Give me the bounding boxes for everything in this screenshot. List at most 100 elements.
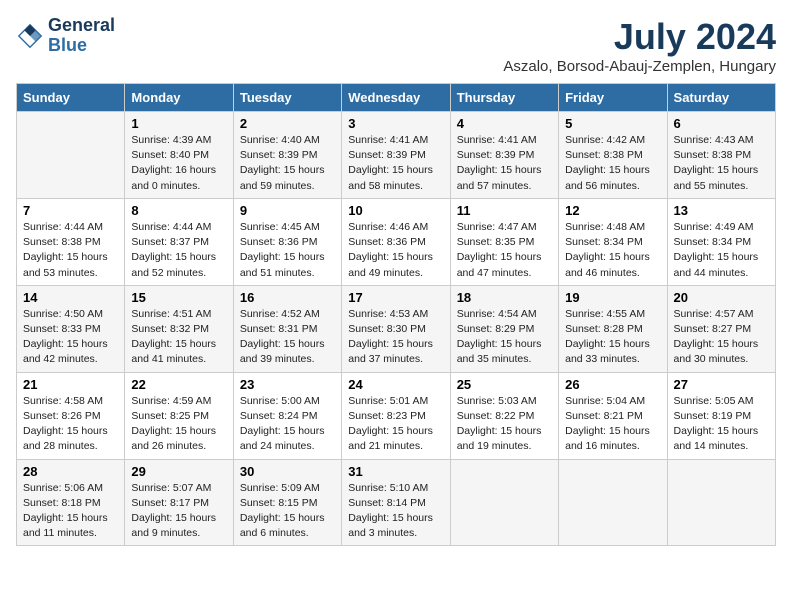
day-number: 16 [240,290,335,305]
day-number: 3 [348,116,443,131]
calendar-cell: 25Sunrise: 5:03 AM Sunset: 8:22 PM Dayli… [450,372,558,459]
calendar-cell: 2Sunrise: 4:40 AM Sunset: 8:39 PM Daylig… [233,112,341,199]
day-number: 10 [348,203,443,218]
header-cell-monday: Monday [125,84,233,112]
day-number: 23 [240,377,335,392]
cell-content: Sunrise: 4:41 AM Sunset: 8:39 PM Dayligh… [348,133,443,194]
cell-content: Sunrise: 4:52 AM Sunset: 8:31 PM Dayligh… [240,307,335,368]
cell-content: Sunrise: 4:49 AM Sunset: 8:34 PM Dayligh… [674,220,769,281]
calendar-cell: 12Sunrise: 4:48 AM Sunset: 8:34 PM Dayli… [559,198,667,285]
header-cell-tuesday: Tuesday [233,84,341,112]
calendar-cell: 20Sunrise: 4:57 AM Sunset: 8:27 PM Dayli… [667,285,775,372]
calendar-cell: 28 Sunrise: 5:06 AM Sunset: 8:18 PM Dayli… [17,459,125,546]
day-number: 18 [457,290,552,305]
cell-content: Sunrise: 5:07 AM Sunset: 8:17 PM Dayligh… [131,481,226,542]
cell-content: Sunrise: 4:55 AM Sunset: 8:28 PM Dayligh… [565,307,660,368]
calendar-cell [667,459,775,546]
week-row-4: 28 Sunrise: 5:06 AM Sunset: 8:18 PM Dayli… [17,459,776,546]
calendar-cell: 23 Sunrise: 5:00 AM Sunset: 8:24 PM Dayli… [233,372,341,459]
calendar-cell: 22 Sunrise: 4:59 AM Sunset: 8:25 PM Dayli… [125,372,233,459]
day-number: 29 [131,464,226,479]
calendar-cell [17,112,125,199]
day-number: 21 [23,377,118,392]
cell-content: Sunrise: 5:06 AM Sunset: 8:18 PM Dayligh… [23,481,118,542]
cell-content: Sunrise: 4:39 AM Sunset: 8:40 PM Dayligh… [131,133,226,194]
cell-content: Sunrise: 4:41 AM Sunset: 8:39 PM Dayligh… [457,133,552,194]
cell-content: Sunrise: 4:54 AM Sunset: 8:29 PM Dayligh… [457,307,552,368]
calendar-cell: 10 Sunrise: 4:46 AM Sunset: 8:36 PM Dayli… [342,198,450,285]
day-number: 28 [23,464,118,479]
day-number: 6 [674,116,769,131]
day-number: 4 [457,116,552,131]
calendar-cell: 6 Sunrise: 4:43 AM Sunset: 8:38 PM Daylig… [667,112,775,199]
cell-content: Sunrise: 5:10 AM Sunset: 8:14 PM Dayligh… [348,481,443,542]
day-number: 27 [674,377,769,392]
day-number: 13 [674,203,769,218]
header-cell-friday: Friday [559,84,667,112]
cell-content: Sunrise: 4:46 AM Sunset: 8:36 PM Dayligh… [348,220,443,281]
calendar-cell: 17 Sunrise: 4:53 AM Sunset: 8:30 PM Dayli… [342,285,450,372]
calendar-cell: 27 Sunrise: 5:05 AM Sunset: 8:19 PM Dayli… [667,372,775,459]
week-row-3: 21 Sunrise: 4:58 AM Sunset: 8:26 PM Dayli… [17,372,776,459]
calendar-cell: 14 Sunrise: 4:50 AM Sunset: 8:33 PM Dayli… [17,285,125,372]
calendar-cell: 11 Sunrise: 4:47 AM Sunset: 8:35 PM Dayli… [450,198,558,285]
calendar-cell: 8Sunrise: 4:44 AM Sunset: 8:37 PM Daylig… [125,198,233,285]
calendar-cell: 9 Sunrise: 4:45 AM Sunset: 8:36 PM Daylig… [233,198,341,285]
calendar-cell: 13 Sunrise: 4:49 AM Sunset: 8:34 PM Dayli… [667,198,775,285]
header-row: SundayMondayTuesdayWednesdayThursdayFrid… [17,84,776,112]
day-number: 17 [348,290,443,305]
cell-content: Sunrise: 4:47 AM Sunset: 8:35 PM Dayligh… [457,220,552,281]
cell-content: Sunrise: 4:50 AM Sunset: 8:33 PM Dayligh… [23,307,118,368]
cell-content: Sunrise: 4:43 AM Sunset: 8:38 PM Dayligh… [674,133,769,194]
logo: General Blue [16,16,115,56]
cell-content: Sunrise: 4:44 AM Sunset: 8:38 PM Dayligh… [23,220,118,281]
cell-content: Sunrise: 4:53 AM Sunset: 8:30 PM Dayligh… [348,307,443,368]
cell-content: Sunrise: 4:59 AM Sunset: 8:25 PM Dayligh… [131,394,226,455]
page-header: General Blue July 2024 Aszalo, Borsod-Ab… [16,16,776,75]
cell-content: Sunrise: 4:42 AM Sunset: 8:38 PM Dayligh… [565,133,660,194]
day-number: 9 [240,203,335,218]
day-number: 1 [131,116,226,131]
calendar-cell: 3 Sunrise: 4:41 AM Sunset: 8:39 PM Daylig… [342,112,450,199]
day-number: 24 [348,377,443,392]
cell-content: Sunrise: 5:09 AM Sunset: 8:15 PM Dayligh… [240,481,335,542]
calendar-cell: 7Sunrise: 4:44 AM Sunset: 8:38 PM Daylig… [17,198,125,285]
calendar-body: 1 Sunrise: 4:39 AM Sunset: 8:40 PM Daylig… [17,112,776,546]
cell-content: Sunrise: 4:48 AM Sunset: 8:34 PM Dayligh… [565,220,660,281]
day-number: 19 [565,290,660,305]
calendar-cell: 4 Sunrise: 4:41 AM Sunset: 8:39 PM Daylig… [450,112,558,199]
logo-line1: General [48,16,115,36]
cell-content: Sunrise: 4:40 AM Sunset: 8:39 PM Dayligh… [240,133,335,194]
day-number: 26 [565,377,660,392]
calendar-cell [450,459,558,546]
calendar-table: SundayMondayTuesdayWednesdayThursdayFrid… [16,83,776,546]
calendar-cell: 15Sunrise: 4:51 AM Sunset: 8:32 PM Dayli… [125,285,233,372]
calendar-cell: 1 Sunrise: 4:39 AM Sunset: 8:40 PM Daylig… [125,112,233,199]
day-number: 22 [131,377,226,392]
calendar-cell: 5 Sunrise: 4:42 AM Sunset: 8:38 PM Daylig… [559,112,667,199]
day-number: 15 [131,290,226,305]
day-number: 11 [457,203,552,218]
cell-content: Sunrise: 4:45 AM Sunset: 8:36 PM Dayligh… [240,220,335,281]
cell-content: Sunrise: 5:04 AM Sunset: 8:21 PM Dayligh… [565,394,660,455]
cell-content: Sunrise: 5:01 AM Sunset: 8:23 PM Dayligh… [348,394,443,455]
calendar-cell: 18 Sunrise: 4:54 AM Sunset: 8:29 PM Dayli… [450,285,558,372]
logo-text: General Blue [48,16,115,56]
header-cell-wednesday: Wednesday [342,84,450,112]
calendar-cell [559,459,667,546]
week-row-1: 7Sunrise: 4:44 AM Sunset: 8:38 PM Daylig… [17,198,776,285]
calendar-cell: 16 Sunrise: 4:52 AM Sunset: 8:31 PM Dayli… [233,285,341,372]
calendar-cell: 26 Sunrise: 5:04 AM Sunset: 8:21 PM Dayli… [559,372,667,459]
month-year-title: July 2024 [503,16,776,58]
day-number: 20 [674,290,769,305]
calendar-cell: 31Sunrise: 5:10 AM Sunset: 8:14 PM Dayli… [342,459,450,546]
logo-icon [16,22,44,50]
header-cell-saturday: Saturday [667,84,775,112]
day-number: 14 [23,290,118,305]
cell-content: Sunrise: 5:03 AM Sunset: 8:22 PM Dayligh… [457,394,552,455]
cell-content: Sunrise: 4:58 AM Sunset: 8:26 PM Dayligh… [23,394,118,455]
cell-content: Sunrise: 5:00 AM Sunset: 8:24 PM Dayligh… [240,394,335,455]
day-number: 5 [565,116,660,131]
location-subtitle: Aszalo, Borsod-Abauj-Zemplen, Hungary [503,58,776,75]
cell-content: Sunrise: 5:05 AM Sunset: 8:19 PM Dayligh… [674,394,769,455]
